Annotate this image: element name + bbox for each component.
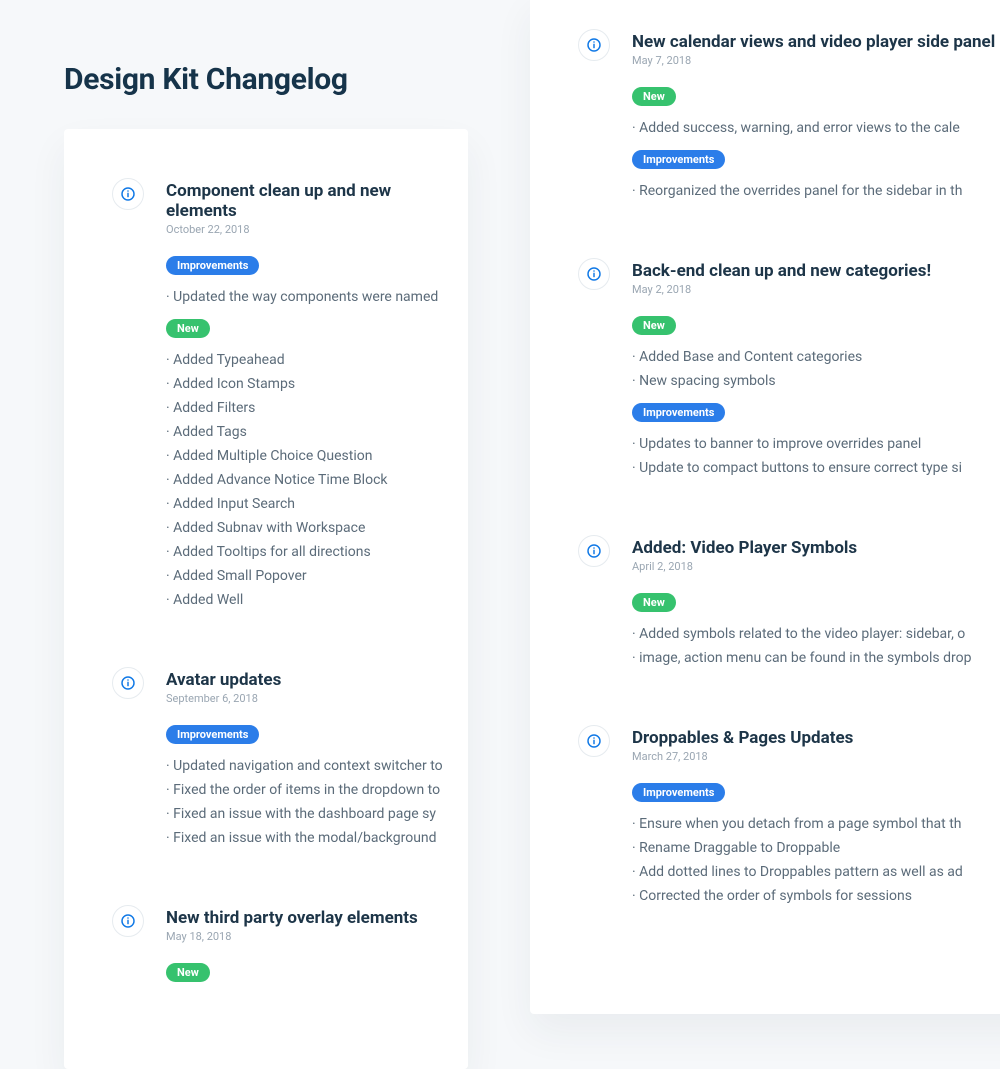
badge-improvements: Improvements	[166, 725, 259, 744]
entry-date: May 2, 2018	[632, 283, 962, 296]
entry-items: · Added success, warning, and error view…	[632, 116, 1000, 140]
entry-title: Avatar updates	[166, 670, 443, 690]
info-icon	[578, 725, 610, 757]
entry-title: New third party overlay elements	[166, 908, 418, 928]
info-icon	[578, 258, 610, 290]
badge-improvements: Improvements	[632, 783, 725, 802]
changelog-entry: New third party overlay elements May 18, …	[112, 908, 468, 992]
badge-new: New	[632, 87, 676, 106]
entry-item: · Added Multiple Choice Question	[166, 444, 448, 468]
changelog-entry: New calendar views and video player side…	[578, 32, 1000, 203]
entry-item: · Added Tags	[166, 420, 448, 444]
entry-title: Droppables & Pages Updates	[632, 728, 963, 748]
badge-new: New	[632, 593, 676, 612]
entry-item: · Fixed an issue with the modal/backgrou…	[166, 826, 443, 850]
entry-body: New third party overlay elements May 18, …	[166, 908, 418, 992]
entry-item: · Added success, warning, and error view…	[632, 116, 1000, 140]
entry-date: September 6, 2018	[166, 692, 443, 705]
entry-item: · Added Subnav with Workspace	[166, 516, 448, 540]
entry-items: · Ensure when you detach from a page sym…	[632, 812, 963, 908]
entry-body: Back-end clean up and new categories! May…	[632, 261, 962, 480]
entry-item: · Rename Draggable to Droppable	[632, 836, 963, 860]
changelog-entry: Avatar updates September 6, 2018 Improveme…	[112, 670, 468, 850]
entry-item: · Added Input Search	[166, 492, 448, 516]
entry-body: New calendar views and video player side…	[632, 32, 1000, 203]
entry-item: · Added Typeahead	[166, 348, 448, 372]
info-icon	[112, 667, 144, 699]
info-icon	[112, 905, 144, 937]
changelog-entry: Back-end clean up and new categories! May…	[578, 261, 1000, 480]
badge-new: New	[632, 316, 676, 335]
badge-improvements: Improvements	[166, 256, 259, 275]
entry-item: · Added Filters	[166, 396, 448, 420]
entry-date: April 2, 2018	[632, 560, 971, 573]
entry-item: · Added Tooltips for all directions	[166, 540, 448, 564]
entry-item: · New spacing symbols	[632, 369, 962, 393]
entry-items: · Added symbols related to the video pla…	[632, 622, 971, 670]
entry-items: · Updates to banner to improve overrides…	[632, 432, 962, 480]
entry-item: · Add dotted lines to Droppables pattern…	[632, 860, 963, 884]
entry-body: Added: Video Player Symbols April 2, 2018…	[632, 538, 971, 670]
changelog-entry: Added: Video Player Symbols April 2, 2018…	[578, 538, 1000, 670]
entry-item: · Fixed the order of items in the dropdo…	[166, 778, 443, 802]
entry-items: · Updated the way components were named	[166, 285, 448, 309]
entry-item: · Added Base and Content categories	[632, 345, 962, 369]
entry-item: · Corrected the order of symbols for ses…	[632, 884, 963, 908]
badge-improvements: Improvements	[632, 150, 725, 169]
entry-item: · Updated the way components were named	[166, 285, 448, 309]
entry-item: · Added Small Popover	[166, 564, 448, 588]
entry-item: · Updates to banner to improve overrides…	[632, 432, 962, 456]
entry-date: May 18, 2018	[166, 930, 418, 943]
entry-items: · Added Base and Content categories· New…	[632, 345, 962, 393]
entry-date: March 27, 2018	[632, 750, 963, 763]
entry-item: · Reorganized the overrides panel for th…	[632, 179, 1000, 203]
entry-date: October 22, 2018	[166, 223, 448, 236]
entry-item: · Update to compact buttons to ensure co…	[632, 456, 962, 480]
right-card: New calendar views and video player side…	[530, 0, 1000, 1014]
page-title: Design Kit Changelog	[0, 0, 468, 129]
entry-body: Component clean up and new elements Octob…	[166, 181, 448, 612]
entry-items: · Updated navigation and context switche…	[166, 754, 443, 850]
changelog-entry: Droppables & Pages Updates March 27, 2018…	[578, 728, 1000, 908]
right-column: New calendar views and video player side…	[530, 0, 1000, 1014]
entry-title: New calendar views and video player side…	[632, 32, 1000, 52]
entry-items: · Added Typeahead· Added Icon Stamps· Ad…	[166, 348, 448, 612]
entry-item: · Ensure when you detach from a page sym…	[632, 812, 963, 836]
info-icon	[112, 178, 144, 210]
entry-item: · Added Well	[166, 588, 448, 612]
entry-title: Added: Video Player Symbols	[632, 538, 971, 558]
entry-items: · Reorganized the overrides panel for th…	[632, 179, 1000, 203]
entry-item: · Fixed an issue with the dashboard page…	[166, 802, 443, 826]
entry-item: · image, action menu can be found in the…	[632, 646, 971, 670]
entry-item: · Added Icon Stamps	[166, 372, 448, 396]
badge-new: New	[166, 963, 210, 982]
entry-item: · Updated navigation and context switche…	[166, 754, 443, 778]
entry-title: Back-end clean up and new categories!	[632, 261, 962, 281]
badge-new: New	[166, 319, 210, 338]
entry-date: May 7, 2018	[632, 54, 1000, 67]
entry-item: · Added Advance Notice Time Block	[166, 468, 448, 492]
entry-item: · Added symbols related to the video pla…	[632, 622, 971, 646]
changelog-entry: Component clean up and new elements Octob…	[112, 181, 468, 612]
entry-body: Droppables & Pages Updates March 27, 2018…	[632, 728, 963, 908]
entry-body: Avatar updates September 6, 2018 Improveme…	[166, 670, 443, 850]
left-column: Design Kit Changelog Component clean up …	[0, 0, 468, 1069]
left-card: Component clean up and new elements Octob…	[64, 129, 468, 1069]
entry-title: Component clean up and new elements	[166, 181, 448, 221]
info-icon	[578, 535, 610, 567]
badge-improvements: Improvements	[632, 403, 725, 422]
info-icon	[578, 29, 610, 61]
